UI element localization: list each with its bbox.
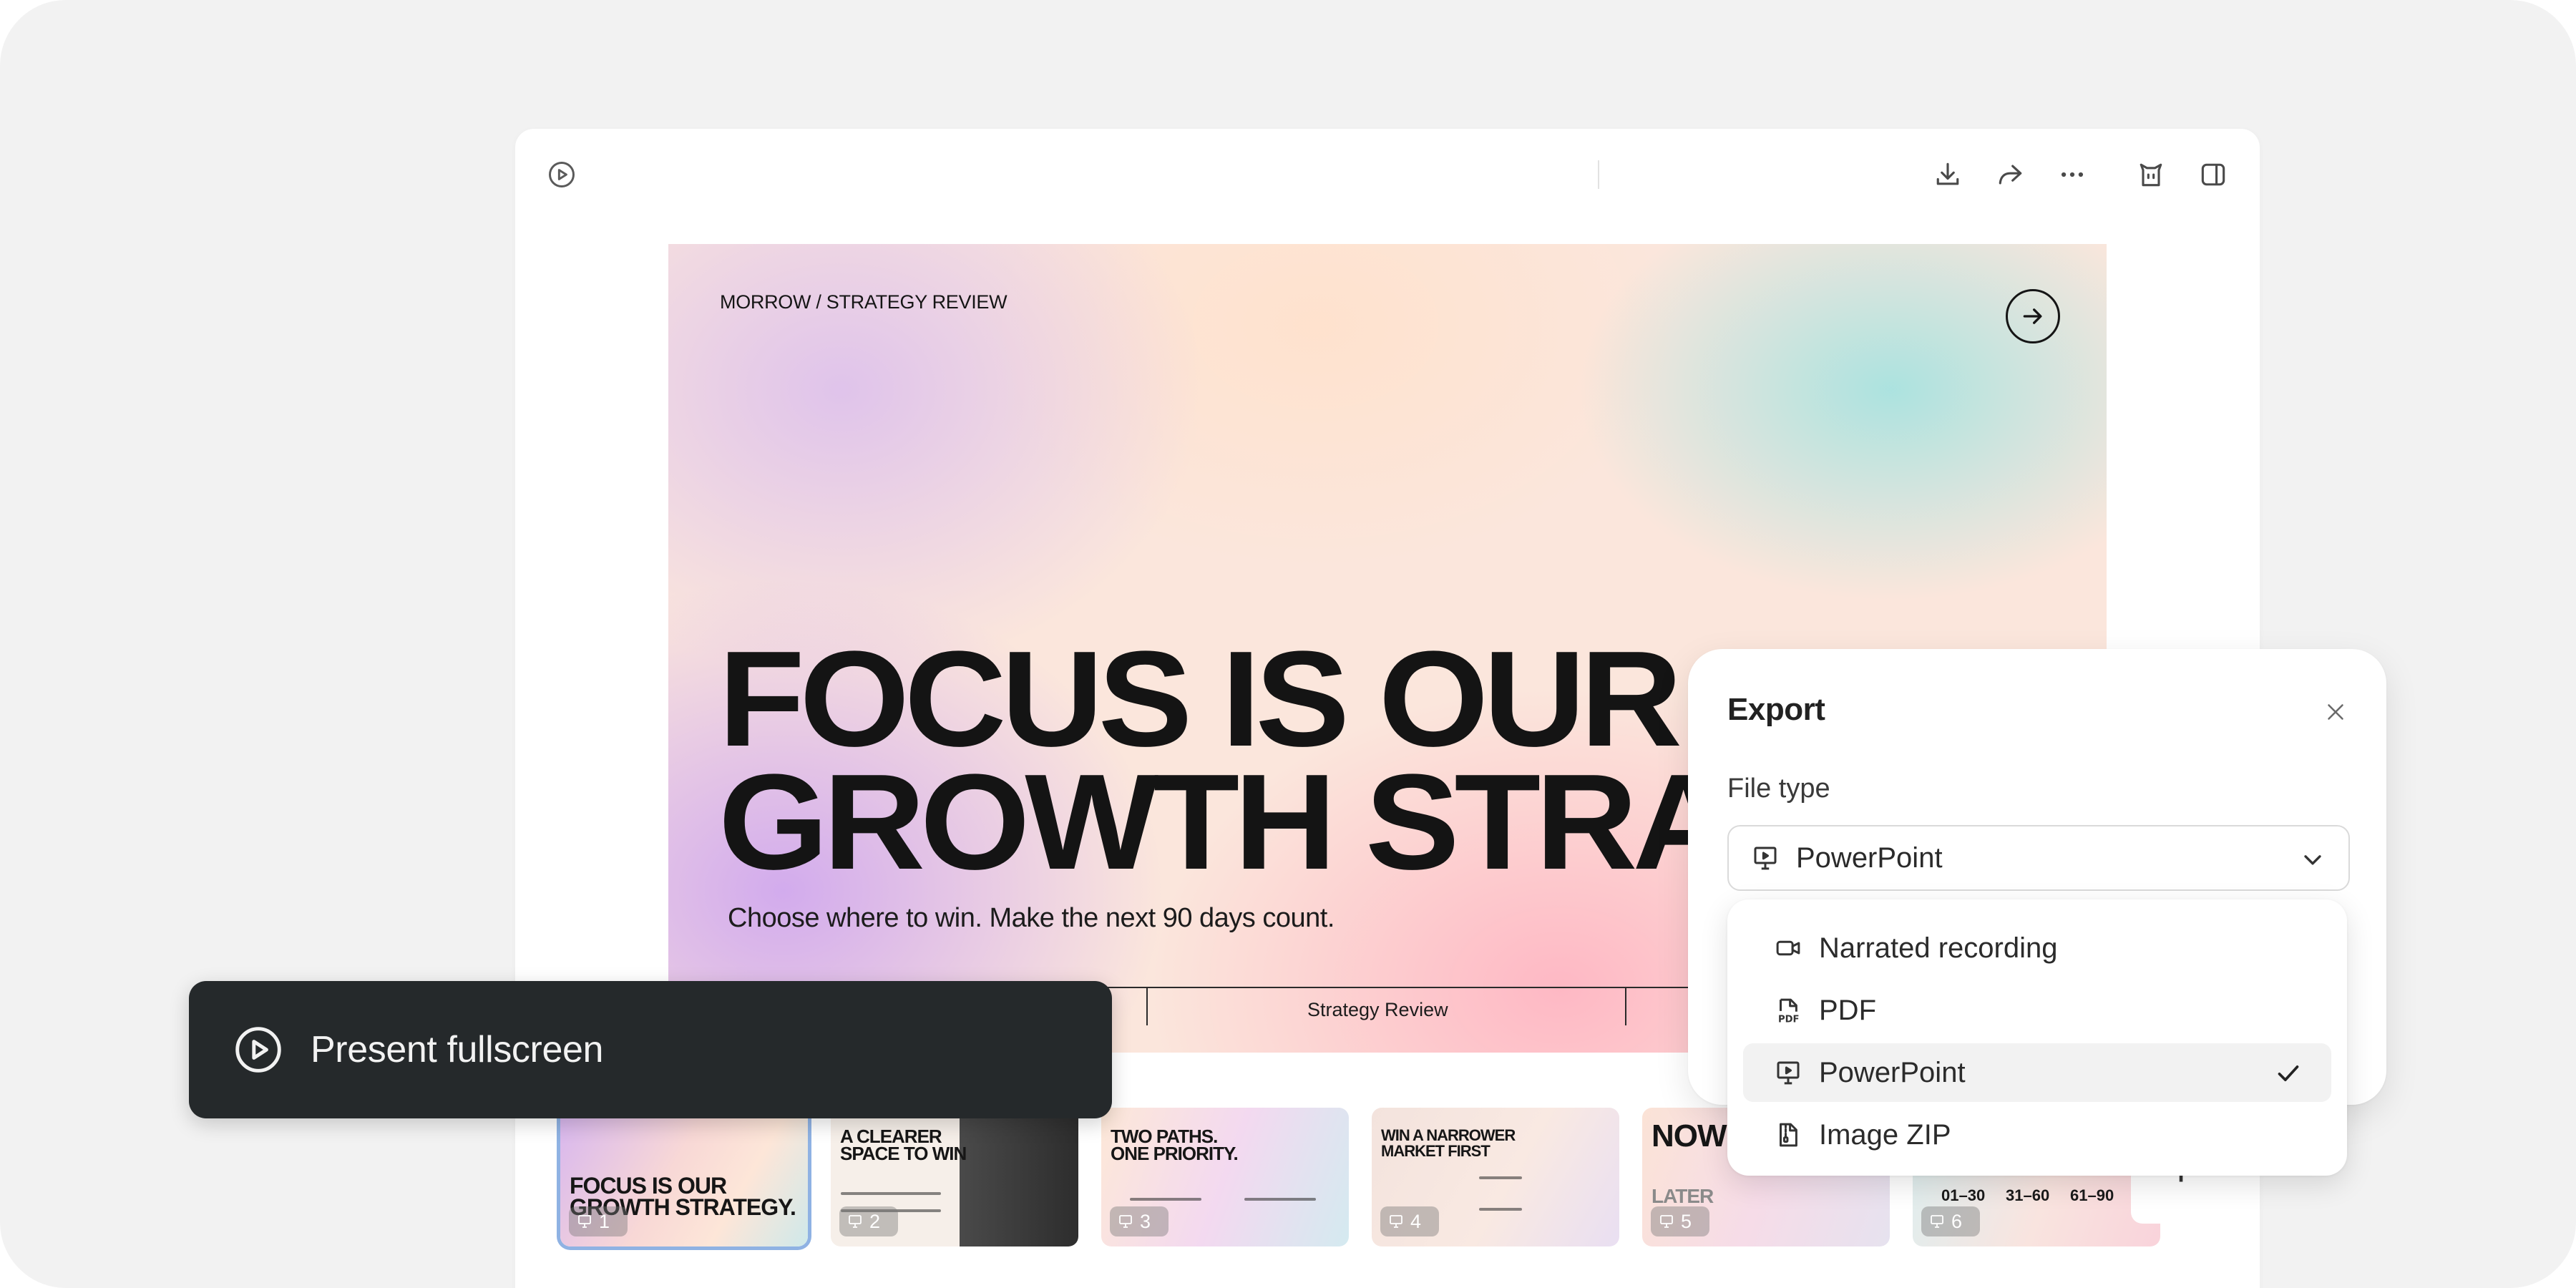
slide-headline-line-2: GROWTH STRA	[718, 746, 1735, 898]
present-fullscreen-label: Present fullscreen	[311, 1029, 604, 1070]
slide-thumbnail[interactable]: WIN A NARROWER MARKET FIRST 4	[1372, 1108, 1619, 1246]
thumbnail-text-line	[1244, 1198, 1316, 1201]
slide-thumbnail[interactable]: A CLEARER SPACE TO WIN 2	[831, 1108, 1078, 1246]
slide-footer-label: Strategy Review	[1307, 999, 1448, 1020]
checkmark-icon	[2278, 1065, 2299, 1081]
option-image-zip[interactable]: Image ZIP	[1743, 1106, 2331, 1164]
thumbnail-number-badge: 1	[569, 1206, 628, 1236]
thumbnail-title-line: SPACE TO WIN	[840, 1143, 967, 1164]
option-label: Narrated recording	[1819, 932, 2058, 964]
thumbnail-text-line	[1479, 1208, 1522, 1211]
option-label: PDF	[1819, 994, 1876, 1026]
export-title: Export	[1727, 692, 1825, 727]
thumbnail-number: 4	[1410, 1210, 1422, 1232]
close-icon[interactable]	[2311, 687, 2361, 737]
thumbnail-title: WIN A NARROWER MARKET FIRST	[1381, 1126, 1516, 1160]
chevron-down-icon	[2304, 855, 2321, 865]
thumbnail-number-badge: 4	[1380, 1206, 1439, 1236]
assistant-icon[interactable]	[2128, 152, 2174, 197]
thumbnail-number-badge: 3	[1110, 1206, 1169, 1236]
option-powerpoint[interactable]: PowerPoint	[1743, 1043, 2331, 1102]
thumbnail-title-line: 01–30	[1941, 1186, 1986, 1204]
option-pdf[interactable]: PDF PDF	[1743, 981, 2331, 1040]
thumbnail-number-badge: 5	[1651, 1206, 1709, 1236]
thumbnail-title-line: 31–60	[2006, 1186, 2050, 1204]
thumbnail-number: 6	[1951, 1210, 1963, 1232]
option-narrated-recording[interactable]: Narrated recording	[1743, 919, 2331, 977]
thumbnail-number: 5	[1681, 1210, 1692, 1232]
slide-thumbnail[interactable]: TWO PATHS. ONE PRIORITY. 3	[1101, 1108, 1349, 1246]
thumbnail-title: NOW	[1652, 1118, 1727, 1153]
thumbnail-title-line: MARKET FIRST	[1381, 1142, 1491, 1160]
thumbnail-title-line: 61–90	[2070, 1186, 2114, 1204]
share-icon[interactable]	[1987, 152, 2033, 197]
more-icon[interactable]	[2049, 152, 2095, 197]
option-label: PowerPoint	[1819, 1056, 1966, 1088]
option-label: Image ZIP	[1819, 1118, 1951, 1151]
file-type-dropdown: Narrated recording PDF PDF PowerPoint Im…	[1727, 899, 2347, 1176]
pdf-file-icon: PDF	[1773, 995, 1803, 1025]
svg-text:PDF: PDF	[1778, 1015, 1799, 1025]
thumbnail-text-line	[1479, 1176, 1522, 1179]
desktop-background: MORROW / STRATEGY REVIEW FOCUS IS OUR GR…	[0, 0, 2576, 1288]
thumbnail-title: TWO PATHS. ONE PRIORITY.	[1111, 1127, 1239, 1164]
thumbnail-title-line: ONE PRIORITY.	[1111, 1143, 1239, 1164]
thumbnail-title: A CLEARER SPACE TO WIN	[840, 1127, 967, 1164]
thumbnail-text-line	[841, 1192, 941, 1195]
video-camera-icon	[1773, 933, 1803, 963]
play-circle-icon[interactable]	[539, 152, 585, 197]
toolbar-divider	[1598, 160, 1599, 189]
thumbnail-title-line: NOW	[1652, 1118, 1727, 1153]
present-fullscreen-button[interactable]: Present fullscreen	[189, 981, 1112, 1118]
play-circle-icon	[235, 1027, 281, 1073]
thumbnail-number: 3	[1140, 1210, 1151, 1232]
slide-headline: FOCUS IS OUR GROWTH STRA	[718, 623, 1735, 898]
thumbnail-title-line: FOCUS IS OUR	[570, 1173, 727, 1199]
file-type-label: File type	[1727, 774, 1830, 804]
thumbnail-number-badge: 6	[1921, 1206, 1980, 1236]
thumbnail-number-badge: 2	[839, 1206, 898, 1236]
presentation-icon	[1773, 1058, 1803, 1088]
file-type-select[interactable]: PowerPoint	[1727, 825, 2350, 891]
thumbnail-text-line	[1130, 1198, 1201, 1201]
arrow-right-icon	[2006, 289, 2060, 343]
sidebar-toggle-icon[interactable]	[2190, 152, 2236, 197]
slide-footer-divider	[1146, 988, 1148, 1025]
slide-headline-line-1: FOCUS IS OUR	[718, 623, 1682, 775]
presentation-icon	[1750, 843, 1780, 873]
thumbnail-number: 2	[869, 1210, 881, 1232]
thumbnail-title-line: LATER	[1652, 1185, 1714, 1207]
download-icon[interactable]	[1925, 152, 1971, 197]
thumbnail-title-line: WIN A NARROWER	[1381, 1126, 1516, 1144]
slide-footer-divider	[1625, 988, 1626, 1025]
thumbnail-number: 1	[599, 1210, 610, 1232]
slide-thumbnail[interactable]: FOCUS IS OUR GROWTH STRATEGY. 1	[560, 1108, 808, 1246]
zip-file-icon	[1773, 1120, 1803, 1150]
slide-overline: MORROW / STRATEGY REVIEW	[720, 291, 1008, 313]
file-type-selected-value: PowerPoint	[1796, 841, 1943, 874]
slide-subline: Choose where to win. Make the next 90 da…	[728, 903, 1335, 933]
